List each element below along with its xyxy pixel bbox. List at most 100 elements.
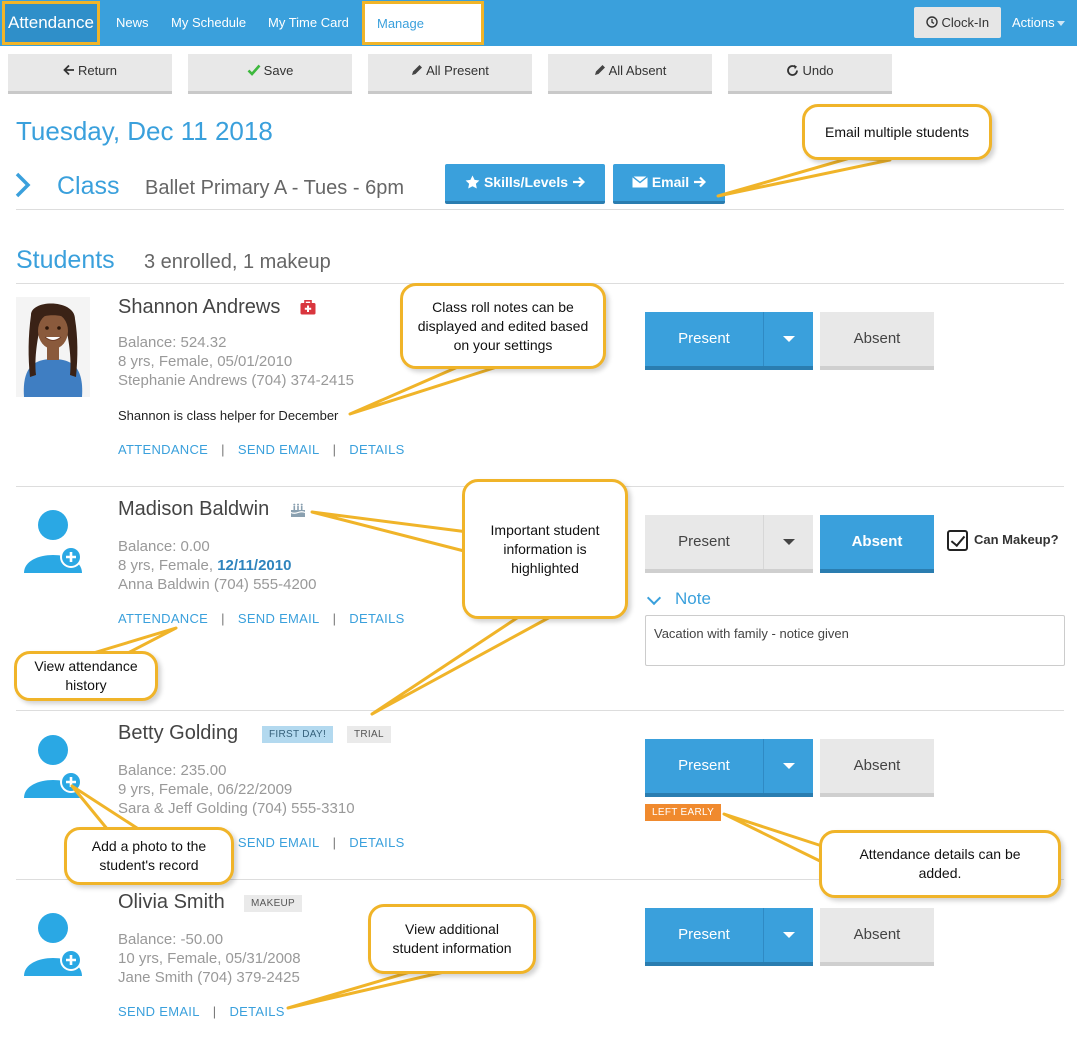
pointer-important-info-2 (370, 614, 554, 716)
add-photo-avatar-icon[interactable] (22, 734, 84, 800)
present-dropdown-toggle[interactable] (763, 739, 813, 793)
present-button-group[interactable]: Present (645, 312, 813, 370)
send-email-link[interactable]: SEND EMAIL (238, 442, 320, 457)
undo-label: Undo (802, 63, 834, 78)
student-info-prefix: 8 yrs, Female, (118, 557, 214, 574)
callout-email-multiple: Email multiple students (802, 104, 992, 160)
left-early-badge[interactable]: LEFT EARLY (645, 804, 722, 821)
present-dropdown-toggle[interactable] (763, 312, 813, 366)
actions-menu[interactable]: Actions (1012, 0, 1065, 46)
note-textarea[interactable]: Vacation with family - notice given (645, 615, 1065, 666)
all-present-button[interactable]: All Present (368, 54, 532, 94)
top-navbar: Attendance News My Schedule My Time Card… (0, 0, 1077, 71)
student-photo-image (16, 297, 90, 397)
email-button[interactable]: Email (613, 164, 725, 204)
student-name: Olivia Smith (118, 891, 225, 913)
caret-down-icon (783, 763, 795, 769)
nav-link-my-time-card[interactable]: My Time Card (268, 0, 349, 46)
student-balance: Balance: 235.00 (118, 762, 227, 779)
student-info: 8 yrs, Female, 12/11/2010 (118, 557, 291, 574)
star-icon (465, 175, 480, 189)
clock-in-label: Clock-In (941, 15, 990, 30)
save-button[interactable]: Save (188, 54, 352, 94)
student-info: 8 yrs, Female, 05/01/2010 (118, 353, 293, 370)
student-balance: Balance: 0.00 (118, 538, 210, 555)
present-button-group[interactable]: Present (645, 515, 813, 573)
students-heading: Students (16, 246, 115, 274)
callout-attendance-details: Attendance details can be added. (819, 830, 1061, 898)
can-makeup-checkbox[interactable]: Can Makeup? (947, 530, 1059, 551)
attendance-link[interactable]: ATTENDANCE (118, 442, 208, 457)
send-email-link[interactable]: SEND EMAIL (238, 611, 320, 626)
divider (16, 209, 1064, 210)
add-photo-avatar-icon[interactable] (22, 509, 84, 575)
callout-important-info: Important student information is highlig… (462, 479, 628, 619)
present-button-group[interactable]: Present (645, 908, 813, 966)
present-button[interactable]: Present (645, 739, 763, 793)
present-button[interactable]: Present (645, 515, 763, 569)
arrow-right-icon (572, 176, 585, 188)
present-button-group[interactable]: Present (645, 739, 813, 797)
undo-button[interactable]: Undo (728, 54, 892, 94)
student-name: Betty Golding (118, 722, 239, 744)
attendance-link[interactable]: ATTENDANCE (118, 611, 208, 626)
student-info: 10 yrs, Female, 05/31/2008 (118, 950, 301, 967)
nav-link-news[interactable]: News (116, 0, 149, 46)
present-dropdown-toggle[interactable] (763, 515, 813, 569)
can-makeup-label: Can Makeup? (974, 531, 1059, 547)
pointer-attendance-details (722, 812, 824, 864)
send-email-link[interactable]: SEND EMAIL (238, 835, 320, 850)
student-links: ATTENDANCE|SEND EMAIL|DETAILS (118, 442, 405, 457)
class-name: Ballet Primary A - Tues - 6pm (145, 177, 404, 199)
page-title-date: Tuesday, Dec 11 2018 (16, 116, 273, 146)
details-link[interactable]: DETAILS (349, 835, 404, 850)
all-absent-label: All Absent (608, 63, 667, 78)
present-button[interactable]: Present (645, 908, 763, 962)
check-icon (247, 64, 261, 76)
refresh-icon (787, 64, 799, 76)
present-dropdown-toggle[interactable] (763, 908, 813, 962)
envelope-icon (631, 175, 648, 188)
clock-in-button[interactable]: Clock-In (914, 7, 1001, 38)
trial-badge: TRIAL (347, 726, 391, 743)
first-day-badge: FIRST DAY! (262, 726, 334, 743)
callout-additional-info: View additional student information (368, 904, 536, 974)
student-name: Shannon Andrews (118, 296, 281, 318)
add-photo-avatar-icon[interactable] (22, 912, 84, 978)
details-link[interactable]: DETAILS (229, 1004, 284, 1019)
student-contact: Jane Smith (704) 379-2425 (118, 969, 300, 986)
actions-label: Actions (1012, 15, 1055, 30)
arrow-right-icon (694, 176, 707, 188)
checkbox-checked-icon[interactable] (947, 530, 968, 551)
absent-button[interactable]: Absent (820, 739, 934, 797)
nav-link-manage-classes[interactable]: Manage Classes (362, 1, 484, 71)
clock-icon (926, 16, 938, 28)
note-label: Note (675, 589, 711, 608)
skills-levels-label: Skills/Levels (483, 174, 569, 190)
pencil-icon (412, 65, 423, 75)
note-toggle[interactable]: Note (645, 589, 711, 609)
caret-down-icon (783, 539, 795, 545)
class-roll-note[interactable]: Shannon is class helper for December (118, 408, 338, 423)
return-button[interactable]: Return (8, 54, 172, 94)
send-email-link[interactable]: SEND EMAIL (118, 1004, 200, 1019)
details-link[interactable]: DETAILS (349, 442, 404, 457)
caret-down-icon (783, 932, 795, 938)
all-absent-button[interactable]: All Absent (548, 54, 712, 94)
class-label: Class (57, 172, 120, 200)
student-photo[interactable] (16, 297, 90, 397)
callout-class-roll-notes: Class roll notes can be displayed and ed… (400, 283, 606, 369)
absent-button-selected[interactable]: Absent (820, 515, 934, 573)
divider (16, 710, 1064, 711)
nav-link-my-schedule[interactable]: My Schedule (171, 0, 246, 46)
present-button[interactable]: Present (645, 312, 763, 366)
nav-brand-attendance[interactable]: Attendance (2, 1, 100, 45)
return-label: Return (77, 63, 118, 78)
skills-levels-button[interactable]: Skills/Levels (445, 164, 605, 204)
student-birthday-highlight: 12/11/2010 (217, 557, 292, 574)
chevron-right-icon[interactable] (14, 172, 32, 198)
absent-button[interactable]: Absent (820, 312, 934, 370)
pointer-additional-info (286, 970, 446, 1010)
details-link[interactable]: DETAILS (349, 611, 404, 626)
absent-button[interactable]: Absent (820, 908, 934, 966)
